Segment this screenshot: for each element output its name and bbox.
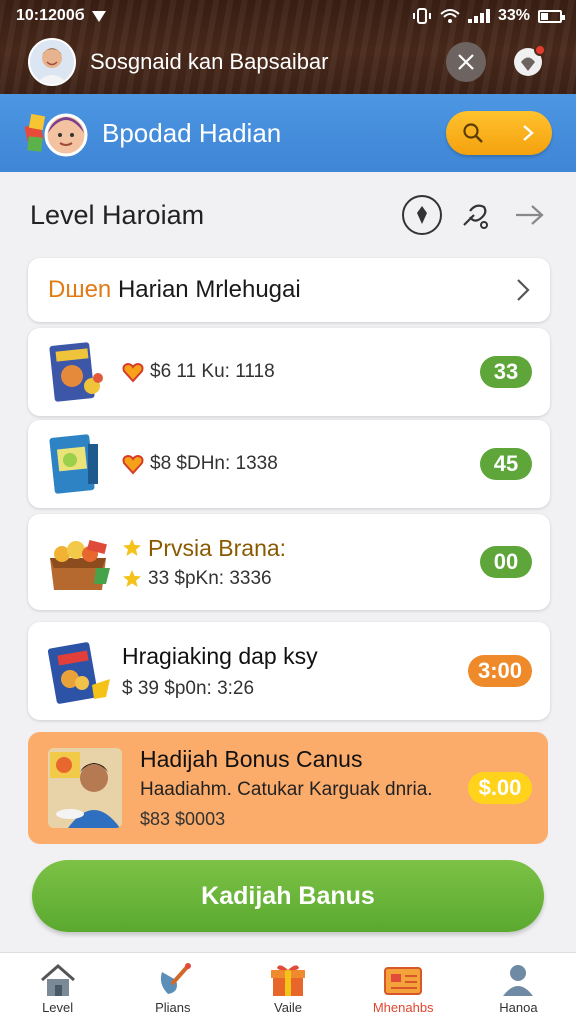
nav-label: Vaile: [274, 1000, 302, 1015]
section-title-prefix: Dшen: [48, 276, 112, 303]
item-price: 33 $pKn: 3336: [148, 567, 272, 589]
close-button[interactable]: [446, 42, 486, 82]
arrow-right-icon: [516, 205, 544, 225]
banner: Bpodad Hadian: [0, 94, 576, 172]
nav-item-messages[interactable]: Mhenahbs: [346, 953, 461, 1024]
item-thumbnail: [48, 430, 108, 498]
bonus-badge: $.00: [468, 772, 532, 804]
status-time: 10:1200б: [16, 7, 85, 24]
item-name: Prvsia Brana:: [148, 534, 287, 561]
claim-bonus-button[interactable]: Kadijah Banus: [32, 860, 544, 932]
bonus-photo: [48, 748, 122, 828]
bonus-price: $83 $0003: [140, 809, 226, 829]
search-button[interactable]: [446, 111, 552, 155]
battery-percent: 33%: [497, 7, 530, 24]
star-icon: [123, 539, 141, 556]
location-arrow-icon: [91, 11, 106, 22]
nav-item-vaile[interactable]: Vaile: [230, 953, 345, 1024]
item-price: $6 11 Ku: 1118: [150, 361, 275, 382]
star-icon: [123, 569, 141, 587]
profile-name: Sosgnaid kan Bapsaibar: [90, 49, 329, 74]
bottom-nav: Level Plians Vaile Mhenahbs Hanoa: [0, 952, 576, 1024]
next-arrow-button[interactable]: [510, 195, 550, 235]
list-item[interactable]: Hragiaking dap ksy $ 39 $p0n: 3:26 3:00: [28, 622, 550, 720]
banner-title: Bpodad Hadian: [102, 117, 282, 148]
item-price: $ 39 $p0n: 3:26: [122, 677, 255, 699]
vibrate-icon: [412, 8, 431, 24]
nav-label: Plians: [155, 1000, 191, 1015]
banner-logo: [24, 105, 88, 161]
daily-section-header[interactable]: Dшen Harian Mrlehugai: [28, 258, 550, 322]
chevron-right-icon: [517, 279, 530, 301]
close-icon: [458, 54, 474, 70]
signal-icon: [467, 9, 490, 23]
chevron-right-icon: [523, 125, 534, 141]
list-item[interactable]: $6 11 Ku: 1118 33: [28, 328, 550, 416]
battery-icon: [538, 9, 565, 23]
item-thumbnail: [48, 528, 110, 596]
nav-item-plans[interactable]: Plians: [115, 953, 230, 1024]
list-item[interactable]: Prvsia Brana: 33 $pKn: 3336 00: [28, 514, 550, 610]
level-title: Level Haroiam: [30, 199, 205, 230]
nav-item-level[interactable]: Level: [0, 953, 115, 1024]
level-header: Level Haroiam: [30, 190, 550, 240]
bonus-card[interactable]: Hadijah Bonus Canus Haadiahm. Catukar Ka…: [28, 732, 548, 844]
bonus-subtitle: Haadiahm. Catukar Karguak dnria.: [140, 779, 433, 800]
item-price: $8 $DHn: 1338: [150, 453, 278, 474]
person-icon: [503, 965, 534, 996]
nav-item-profile[interactable]: Hanoa: [461, 953, 576, 1024]
item-badge: 3:00: [467, 655, 532, 687]
house-icon: [40, 964, 75, 996]
nav-label: Mhenahbs: [372, 1000, 434, 1015]
info-icon: [417, 206, 427, 224]
item-badge: 33: [480, 356, 532, 388]
top-header: 10:1200б 33% Sosgnaid kan Bapsaibar: [0, 0, 576, 94]
bonus-title: Hadijah Bonus Canus: [140, 746, 363, 772]
nav-label: Level: [42, 1000, 74, 1015]
share-icon: [463, 204, 488, 229]
item-badge: 45: [480, 448, 532, 480]
heart-icon: [122, 362, 144, 383]
section-title-rest: Harian Mrlehugai: [111, 276, 301, 303]
nav-label: Hanoa: [499, 1000, 538, 1015]
gift-icon: [271, 965, 305, 996]
message-icon: [384, 967, 423, 995]
shovel-icon: [160, 963, 191, 994]
section-title: Dшen Harian Mrlehugai: [48, 276, 516, 304]
profile-row: Sosgnaid kan Bapsaibar: [0, 34, 576, 90]
info-button[interactable]: [402, 195, 442, 235]
avatar[interactable]: [28, 38, 76, 86]
status-bar: 10:1200б 33%: [0, 0, 576, 32]
notification-button[interactable]: [508, 42, 548, 82]
heart-icon: [122, 454, 144, 475]
share-button[interactable]: [456, 195, 496, 235]
item-thumbnail: [47, 637, 110, 705]
item-name: Hragiaking dap ksy: [122, 642, 318, 669]
notification-dot: [534, 44, 546, 56]
search-icon: [463, 123, 483, 143]
item-badge: 00: [480, 546, 532, 578]
list-item[interactable]: $8 $DHn: 1338 45: [28, 420, 550, 508]
item-thumbnail: [48, 338, 108, 406]
wifi-icon: [440, 9, 460, 23]
